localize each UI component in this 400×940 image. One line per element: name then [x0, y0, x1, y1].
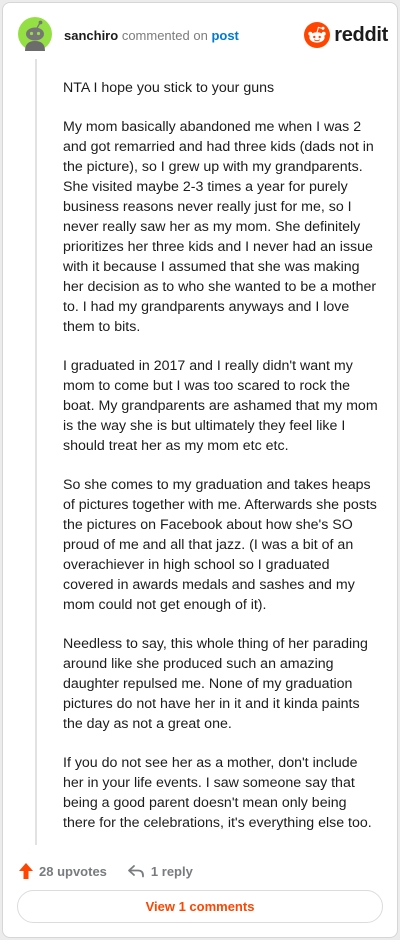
- post-link[interactable]: post: [211, 28, 238, 43]
- comment-card: sanchiro commented on post reddit NTA I …: [2, 2, 398, 938]
- reddit-logo-icon: [304, 22, 331, 48]
- upvote-group[interactable]: 28 upvotes: [18, 862, 107, 880]
- comment-paragraph: My mom basically abandoned me when I was…: [63, 119, 377, 335]
- snoo-avatar-icon[interactable]: [18, 17, 52, 51]
- comment-body: NTA I hope you stick to your guns My mom…: [63, 78, 379, 852]
- byline-action-text: commented on: [121, 28, 208, 43]
- view-comments-button[interactable]: View 1 comments: [17, 890, 383, 923]
- upvote-count: 28 upvotes: [39, 863, 107, 879]
- brand-wordmark: reddit: [334, 23, 388, 46]
- reddit-brand[interactable]: reddit: [304, 21, 388, 49]
- reply-arrow-icon[interactable]: [127, 864, 145, 878]
- comment-paragraph: So she comes to my graduation and takes …: [63, 477, 377, 613]
- username-link[interactable]: sanchiro: [64, 28, 118, 43]
- comment-footer: 28 upvotes 1 reply: [18, 858, 388, 884]
- reply-count: 1 reply: [150, 863, 193, 879]
- comment-header: sanchiro commented on post reddit: [18, 17, 388, 53]
- comment-paragraph: NTA I hope you stick to your guns: [63, 80, 275, 96]
- comment-byline: sanchiro commented on post: [64, 28, 239, 44]
- comment-paragraph: If you do not see her as a mother, don't…: [63, 755, 372, 831]
- reply-group[interactable]: 1 reply: [127, 864, 193, 879]
- comment-paragraph: I graduated in 2017 and I really didn't …: [63, 358, 378, 454]
- upvote-arrow-icon[interactable]: [18, 862, 34, 880]
- comment-paragraph: Needless to say, this whole thing of her…: [63, 636, 368, 732]
- thread-line[interactable]: [35, 59, 37, 845]
